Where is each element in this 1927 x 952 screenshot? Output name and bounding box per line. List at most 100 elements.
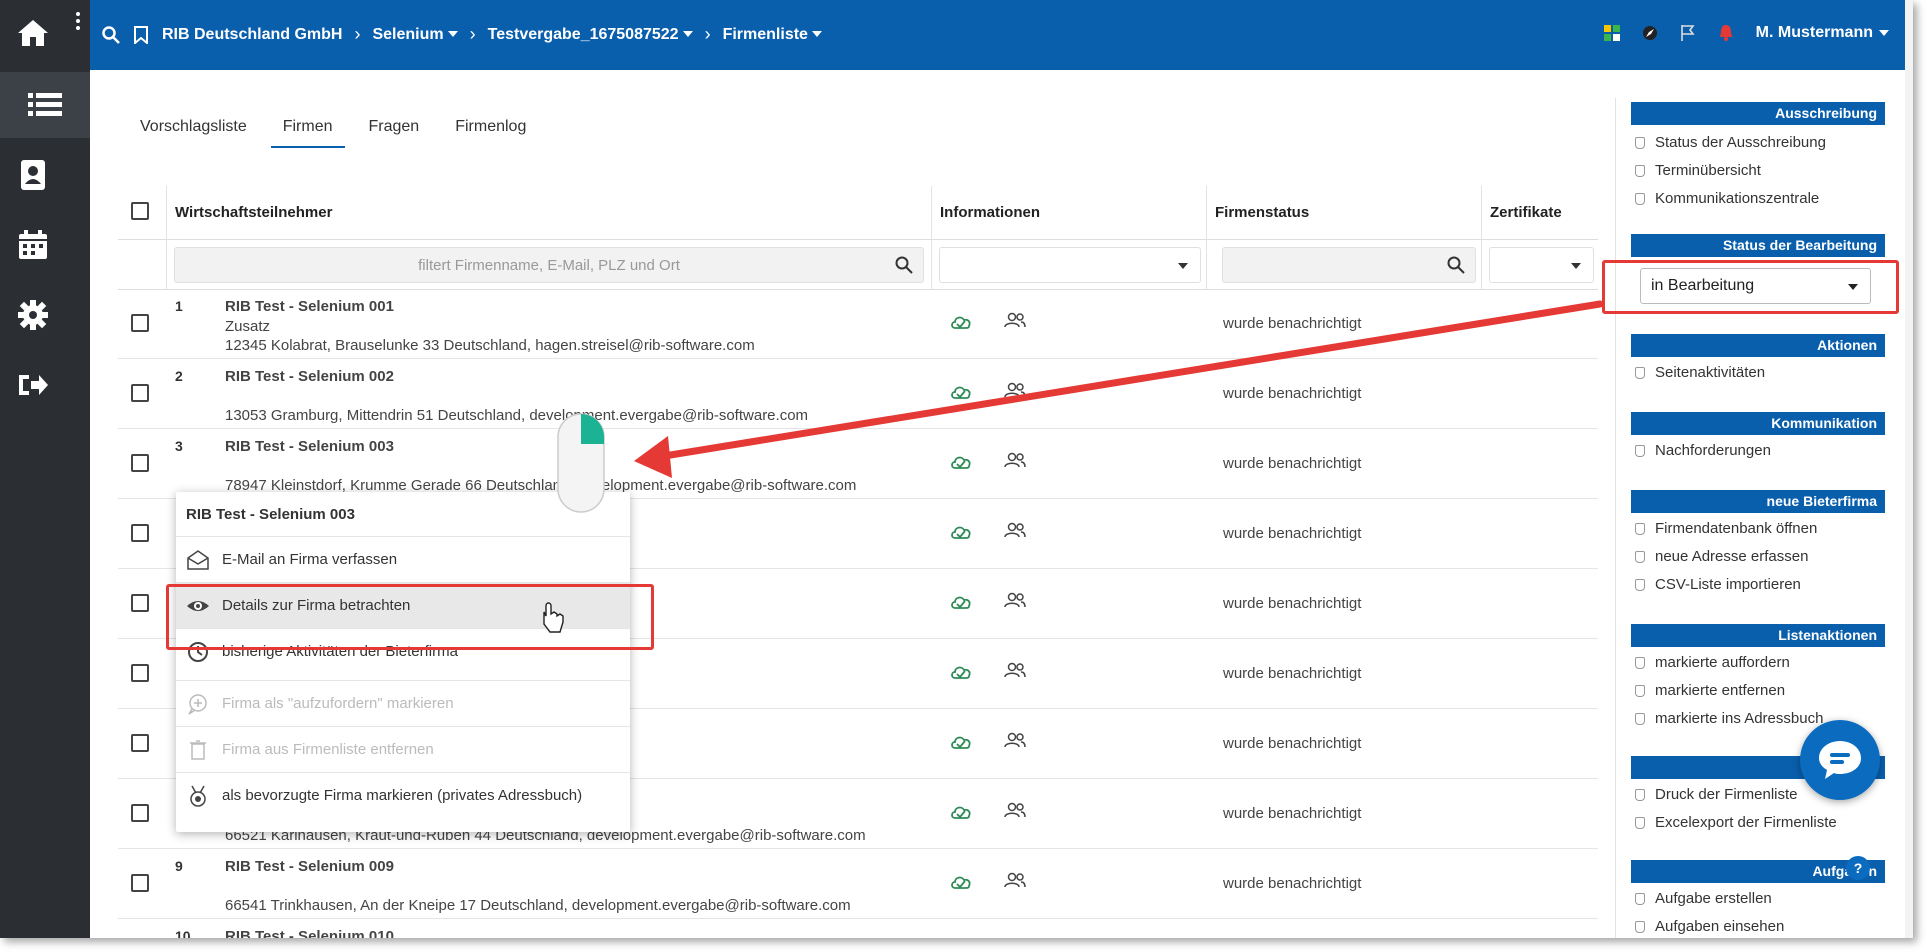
link-nachforderungen[interactable]: Nachforderungen bbox=[1635, 442, 1771, 459]
status-ok-indicator[interactable] bbox=[950, 734, 972, 755]
link-excelexport[interactable]: Excelexport der Firmenliste bbox=[1635, 814, 1837, 831]
row-checkbox[interactable] bbox=[131, 314, 149, 332]
tab-fragen[interactable]: Fragen bbox=[357, 114, 432, 148]
row-checkbox[interactable] bbox=[131, 594, 149, 612]
row-number: 10 bbox=[175, 928, 191, 938]
link-markierte-auffordern[interactable]: markierte auffordern bbox=[1635, 654, 1790, 671]
search-icon[interactable] bbox=[895, 256, 913, 274]
contacts-indicator[interactable] bbox=[1004, 802, 1026, 823]
header-info[interactable]: Informationen bbox=[940, 204, 1040, 221]
row-checkbox[interactable] bbox=[131, 734, 149, 752]
cloud-check-icon bbox=[951, 526, 971, 539]
breadcrumb-award[interactable]: Testvergabe_1675087522 bbox=[488, 26, 693, 44]
table-row[interactable]: 1 RIB Test - Selenium 001 Zusatz 12345 Kola… bbox=[118, 290, 1598, 359]
header-participant[interactable]: Wirtschaftsteilnehmer bbox=[175, 204, 332, 221]
chat-button[interactable] bbox=[1800, 720, 1880, 800]
contacts-indicator[interactable] bbox=[1004, 872, 1026, 893]
collapse-dots-icon[interactable] bbox=[76, 12, 82, 32]
nav-logout[interactable] bbox=[0, 352, 66, 418]
nav-list[interactable] bbox=[0, 72, 90, 138]
breadcrumb-company[interactable]: RIB Deutschland GmbH bbox=[162, 26, 342, 44]
nav-contacts[interactable] bbox=[0, 142, 66, 208]
company-name[interactable]: RIB Test - Selenium 010 bbox=[225, 928, 394, 938]
info-filter-select[interactable] bbox=[939, 247, 1201, 283]
contacts-indicator[interactable] bbox=[1004, 662, 1026, 683]
tab-firmenlog[interactable]: Firmenlog bbox=[443, 114, 538, 148]
breadcrumb-project[interactable]: Selenium bbox=[372, 26, 458, 44]
compass-icon[interactable] bbox=[1642, 25, 1658, 41]
contacts-indicator[interactable] bbox=[1004, 382, 1026, 403]
search-icon[interactable] bbox=[1447, 256, 1465, 274]
link-firmendatenbank[interactable]: Firmendatenbank öffnen bbox=[1635, 520, 1817, 537]
status-ok-indicator[interactable] bbox=[950, 664, 972, 685]
table-row[interactable]: 3 RIB Test - Selenium 003 78947 Kleinstdor… bbox=[118, 430, 1598, 499]
link-seitenaktivitaeten[interactable]: Seitenaktivitäten bbox=[1635, 364, 1765, 381]
contacts-indicator[interactable] bbox=[1004, 452, 1026, 473]
contacts-indicator[interactable] bbox=[1004, 732, 1026, 753]
bookmark-icon[interactable] bbox=[134, 25, 148, 44]
nav-home[interactable] bbox=[0, 0, 66, 66]
menu-item-favorite[interactable]: als bevorzugte Firma markieren (privates… bbox=[176, 772, 630, 818]
menu-item-email[interactable]: E-Mail an Firma verfassen bbox=[176, 536, 630, 582]
nav-settings[interactable] bbox=[0, 282, 66, 348]
bell-icon[interactable] bbox=[1718, 24, 1734, 42]
status-ok-indicator[interactable] bbox=[950, 384, 972, 405]
status-filter-input[interactable] bbox=[1222, 247, 1476, 283]
user-menu[interactable]: M. Mustermann bbox=[1756, 24, 1889, 42]
contacts-indicator[interactable] bbox=[1004, 522, 1026, 543]
row-checkbox[interactable] bbox=[131, 874, 149, 892]
menu-item-mark-invite[interactable]: Firma als "aufzufordern" markieren bbox=[176, 680, 630, 726]
table-row[interactable]: 10 RIB Test - Selenium 010 bbox=[118, 920, 1598, 938]
company-name[interactable]: RIB Test - Selenium 003 bbox=[225, 438, 394, 455]
row-checkbox[interactable] bbox=[131, 664, 149, 682]
row-checkbox[interactable] bbox=[131, 454, 149, 472]
breadcrumb-page[interactable]: Firmenliste bbox=[723, 26, 822, 44]
status-ok-indicator[interactable] bbox=[950, 874, 972, 895]
apps-grid-icon[interactable] bbox=[1603, 25, 1620, 41]
link-terminuebersicht[interactable]: Terminübersicht bbox=[1635, 162, 1761, 179]
menu-item-remove[interactable]: Firma aus Firmenliste entfernen bbox=[176, 726, 630, 772]
doc-icon bbox=[1635, 712, 1645, 725]
row-checkbox[interactable] bbox=[131, 384, 149, 402]
tab-firmen[interactable]: Firmen bbox=[270, 114, 345, 148]
company-status: wurde benachrichtigt bbox=[1223, 665, 1362, 682]
search-icon[interactable] bbox=[102, 25, 120, 44]
company-name[interactable]: RIB Test - Selenium 001 bbox=[225, 298, 394, 315]
help-icon[interactable]: ? bbox=[1846, 856, 1870, 880]
contacts-indicator[interactable] bbox=[1004, 592, 1026, 613]
link-markierte-adressbuch[interactable]: markierte ins Adressbuch bbox=[1635, 710, 1823, 727]
company-name[interactable]: RIB Test - Selenium 009 bbox=[225, 858, 394, 875]
contacts-indicator[interactable] bbox=[1004, 312, 1026, 333]
status-ok-indicator[interactable] bbox=[950, 454, 972, 475]
cert-filter-select[interactable] bbox=[1489, 247, 1594, 283]
status-ok-indicator[interactable] bbox=[950, 524, 972, 545]
link-aufgabe-erstellen[interactable]: Aufgabe erstellen bbox=[1635, 890, 1772, 907]
tab-vorschlagsliste[interactable]: Vorschlagsliste bbox=[128, 114, 259, 148]
link-druck-firmenliste[interactable]: Druck der Firmenliste bbox=[1635, 786, 1798, 803]
status-ok-indicator[interactable] bbox=[950, 594, 972, 615]
header-status[interactable]: Firmenstatus bbox=[1215, 204, 1309, 221]
select-all-checkbox[interactable] bbox=[131, 202, 149, 220]
table-row[interactable]: 2 RIB Test - Selenium 002 13053 Gramburg, … bbox=[118, 360, 1598, 429]
company-name[interactable]: RIB Test - Selenium 002 bbox=[225, 368, 394, 385]
link-csv-import[interactable]: CSV-Liste importieren bbox=[1635, 576, 1801, 593]
app-window: RIB Deutschland GmbH › Selenium › Testve… bbox=[0, 0, 1913, 938]
company-address: 13053 Gramburg, Mittendrin 51 Deutschlan… bbox=[225, 407, 809, 424]
link-neue-adresse[interactable]: neue Adresse erfassen bbox=[1635, 548, 1808, 565]
row-checkbox[interactable] bbox=[131, 804, 149, 822]
flag-document-icon[interactable] bbox=[1680, 24, 1696, 42]
vertical-scrollbar[interactable] bbox=[1905, 0, 1913, 938]
link-markierte-entfernen[interactable]: markierte entfernen bbox=[1635, 682, 1785, 699]
link-status-ausschreibung[interactable]: Status der Ausschreibung bbox=[1635, 134, 1826, 151]
status-ok-indicator[interactable] bbox=[950, 804, 972, 825]
table-row[interactable]: 9 RIB Test - Selenium 009 66541 Trinkhause… bbox=[118, 850, 1598, 919]
link-kommunikationszentrale[interactable]: Kommunikationszentrale bbox=[1635, 190, 1819, 207]
company-filter-input[interactable]: filtert Firmenname, E-Mail, PLZ und Ort bbox=[174, 247, 924, 283]
cloud-check-icon bbox=[951, 876, 971, 889]
nav-calendar[interactable] bbox=[0, 212, 66, 278]
filter-row: filtert Firmenname, E-Mail, PLZ und Ort bbox=[118, 240, 1598, 290]
link-aufgaben-einsehen[interactable]: Aufgaben einsehen bbox=[1635, 918, 1784, 935]
row-checkbox[interactable] bbox=[131, 524, 149, 542]
status-ok-indicator[interactable] bbox=[950, 314, 972, 335]
header-certs[interactable]: Zertifikate bbox=[1490, 204, 1562, 221]
